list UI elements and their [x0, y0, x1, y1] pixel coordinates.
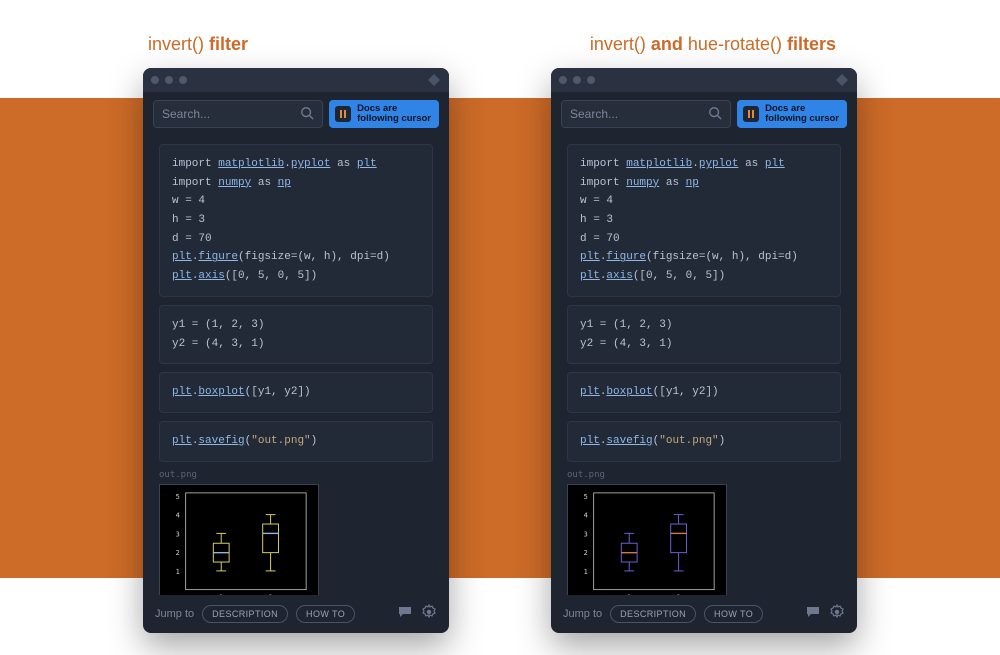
svg-text:2: 2 — [584, 549, 588, 557]
svg-text:2: 2 — [269, 593, 273, 595]
gear-icon[interactable] — [829, 604, 845, 624]
pill-description[interactable]: DESCRIPTION — [202, 605, 288, 623]
output-filename: out.png — [567, 470, 841, 480]
output-cell: out.png 1 2 3 4 5 1 2 — [567, 470, 841, 595]
window-titlebar — [551, 68, 857, 92]
panel-footer: Jump to DESCRIPTION HOW TO — [551, 595, 857, 633]
boxplot-output-invert-huerotate: 1 2 3 4 5 1 2 — [567, 484, 727, 595]
search-input[interactable]: Search... — [561, 100, 731, 128]
traffic-light-max[interactable] — [587, 76, 595, 84]
search-icon — [300, 106, 314, 123]
pill-howto[interactable]: HOW TO — [704, 605, 763, 623]
svg-text:1: 1 — [584, 567, 588, 575]
chat-icon[interactable] — [397, 604, 413, 624]
svg-text:1: 1 — [219, 593, 223, 595]
svg-text:3: 3 — [176, 530, 180, 538]
window-titlebar — [143, 68, 449, 92]
panel-footer: Jump to DESCRIPTION HOW TO — [143, 595, 449, 633]
code-cell-3[interactable]: plt.boxplot([y1, y2]) — [159, 372, 433, 413]
code-cell-1[interactable]: import matplotlib.pyplot as plt import n… — [567, 144, 841, 297]
chat-icon[interactable] — [805, 604, 821, 624]
code-cell-4[interactable]: plt.savefig("out.png") — [159, 421, 433, 462]
search-input[interactable]: Search... — [153, 100, 323, 128]
pill-description[interactable]: DESCRIPTION — [610, 605, 696, 623]
svg-text:3: 3 — [584, 530, 588, 538]
caption-left: invert() filter — [148, 34, 248, 55]
panels-row: Search... Docs are following cursor impo… — [0, 68, 1000, 633]
output-filename: out.png — [159, 470, 433, 480]
traffic-light-min[interactable] — [573, 76, 581, 84]
jump-to-label: Jump to — [155, 608, 194, 620]
code-cell-3[interactable]: plt.boxplot([y1, y2]) — [567, 372, 841, 413]
traffic-light-min[interactable] — [165, 76, 173, 84]
svg-text:5: 5 — [176, 492, 180, 500]
docs-follow-button[interactable]: Docs are following cursor — [329, 100, 439, 128]
toolbar: Search... Docs are following cursor — [551, 92, 857, 136]
svg-text:4: 4 — [176, 511, 180, 519]
svg-text:1: 1 — [627, 593, 631, 595]
pause-icon — [335, 106, 351, 122]
traffic-light-close[interactable] — [559, 76, 567, 84]
pause-icon — [743, 106, 759, 122]
code-area: import matplotlib.pyplot as plt import n… — [143, 136, 449, 595]
panel-invert: Search... Docs are following cursor impo… — [143, 68, 449, 633]
app-logo-icon — [835, 73, 849, 87]
search-icon — [708, 106, 722, 123]
boxplot-output-invert: 1 2 3 4 5 1 2 — [159, 484, 319, 595]
svg-text:4: 4 — [584, 511, 588, 519]
gear-icon[interactable] — [421, 604, 437, 624]
app-logo-icon — [427, 73, 441, 87]
traffic-light-max[interactable] — [179, 76, 187, 84]
panel-invert-huerotate: Search... Docs are following cursor impo… — [551, 68, 857, 633]
code-cell-1[interactable]: import matplotlib.pyplot as plt import n… — [159, 144, 433, 297]
caption-right: invert() and hue-rotate() filters — [590, 34, 836, 55]
output-cell: out.png 1 2 3 4 5 1 2 — [159, 470, 433, 595]
code-area: import matplotlib.pyplot as plt import n… — [551, 136, 857, 595]
svg-text:2: 2 — [677, 593, 681, 595]
svg-text:5: 5 — [584, 492, 588, 500]
svg-text:2: 2 — [176, 549, 180, 557]
docs-follow-button[interactable]: Docs are following cursor — [737, 100, 847, 128]
pill-howto[interactable]: HOW TO — [296, 605, 355, 623]
svg-text:1: 1 — [176, 567, 180, 575]
code-cell-4[interactable]: plt.savefig("out.png") — [567, 421, 841, 462]
code-cell-2[interactable]: y1 = (1, 2, 3) y2 = (4, 3, 1) — [159, 305, 433, 364]
toolbar: Search... Docs are following cursor — [143, 92, 449, 136]
jump-to-label: Jump to — [563, 608, 602, 620]
code-cell-2[interactable]: y1 = (1, 2, 3) y2 = (4, 3, 1) — [567, 305, 841, 364]
traffic-light-close[interactable] — [151, 76, 159, 84]
